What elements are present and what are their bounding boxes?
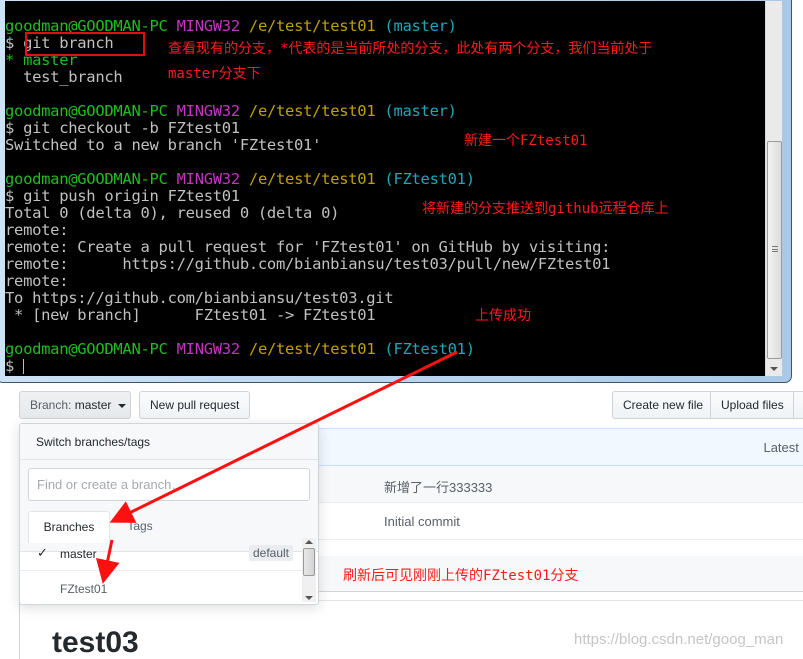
- command-highlight-box: [25, 32, 145, 56]
- prompt-env: MINGW32: [176, 170, 241, 188]
- file-row[interactable]: 新增了一行333333: [318, 466, 803, 503]
- branch-annotation-cont: master分支下: [168, 66, 261, 82]
- prompt-line: goodman@GOODMAN-PC MINGW32 /e/test/test0…: [5, 103, 457, 120]
- output-line: remote:: [5, 272, 69, 290]
- refresh-annotation: 刷新后可见刚刚上传的FZtest01分支: [343, 568, 579, 584]
- branch-name: FZtest01: [60, 582, 108, 596]
- prompt-user: goodman@GOODMAN-PC: [5, 170, 168, 188]
- prompt-path: /e/test/test01: [248, 170, 376, 188]
- prompt-branch: (master): [384, 17, 457, 35]
- upload-files-button[interactable]: Upload files: [710, 391, 794, 419]
- output-line: * [new branch] FZtest01 -> FZtest01: [5, 306, 376, 324]
- prompt-symbol: $: [5, 357, 24, 375]
- prompt-branch: (FZtest01): [384, 340, 475, 358]
- branch-name: master: [60, 547, 97, 561]
- prompt-line: goodman@GOODMAN-PC MINGW32 /e/test/test0…: [5, 341, 475, 358]
- prompt-env: MINGW32: [176, 340, 241, 358]
- output-line: remote: Create a pull request for 'FZtes…: [5, 238, 611, 256]
- scroll-down-icon[interactable]: [305, 596, 313, 600]
- file-actions-group: Create new file Upload files: [612, 391, 803, 419]
- output-line: Switched to a new branch 'FZtest01': [5, 136, 322, 154]
- terminal-window: goodman@GOODMAN-PC MINGW32 /e/test/test0…: [0, 0, 792, 383]
- prompt-branch: (master): [384, 102, 457, 120]
- readme-title: test03: [52, 626, 139, 659]
- check-icon: ✓: [37, 545, 48, 560]
- grip-icon: [772, 246, 778, 252]
- terminal-console[interactable]: goodman@GOODMAN-PC MINGW32 /e/test/test0…: [5, 1, 765, 376]
- terminal-scrollbar[interactable]: [765, 1, 782, 376]
- command-line: $ git checkout -b FZtest01: [5, 119, 240, 137]
- prompt-path: /e/test/test01: [248, 102, 376, 120]
- more-actions-button[interactable]: [793, 391, 803, 419]
- commit-message[interactable]: Initial commit: [384, 514, 460, 529]
- output-line: remote: https://github.com/bianbiansu/te…: [5, 255, 611, 273]
- prompt-user: goodman@GOODMAN-PC: [5, 102, 168, 120]
- prompt-env: MINGW32: [176, 17, 241, 35]
- watermark: https://blog.csdn.net/goog_man: [574, 631, 784, 648]
- scroll-thumb[interactable]: [767, 141, 782, 359]
- output-line: To https://github.com/bianbiansu/test03.…: [5, 289, 394, 307]
- push-annotation: 将新建的分支推送到github远程仓库上: [422, 201, 669, 217]
- prompt-branch: (FZtest01): [384, 170, 475, 188]
- input-line[interactable]: $: [5, 357, 25, 375]
- branch-annotation: 查看现有的分支，*代表的是当前所处的分支，此处有两个分支，我们当前处于: [168, 41, 653, 57]
- scroll-thumb[interactable]: [303, 548, 315, 576]
- branch-button-value: master: [74, 398, 112, 412]
- branch-button-label: Branch:: [30, 398, 72, 412]
- command-line: $ git push origin FZtest01: [5, 187, 240, 205]
- prompt-path: /e/test/test01: [248, 340, 376, 358]
- success-annotation: 上传成功: [475, 308, 531, 324]
- commit-message[interactable]: 新增了一行333333: [384, 477, 492, 496]
- prompt-env: MINGW32: [176, 102, 241, 120]
- output-line: Total 0 (delta 0), reused 0 (delta 0): [5, 204, 340, 222]
- branch-item-fztest01[interactable]: FZtest01: [20, 571, 303, 604]
- branch-item-master[interactable]: ✓ master default: [20, 536, 303, 571]
- prompt-line: goodman@GOODMAN-PC MINGW32 /e/test/test0…: [5, 171, 475, 188]
- latest-commit-bar: Latest c: [318, 428, 803, 466]
- checkout-annotation: 新建一个FZtest01: [464, 133, 588, 149]
- default-badge: default: [248, 545, 293, 561]
- branch-select-button[interactable]: Branch: master: [19, 391, 131, 419]
- branch-switcher-menu: Switch branches/tags Branches Tags ✓ mas…: [19, 423, 319, 605]
- scroll-down-icon[interactable]: [770, 367, 778, 371]
- latest-commit-label: Latest c: [763, 440, 803, 455]
- file-row: [318, 540, 803, 557]
- new-pull-request-button[interactable]: New pull request: [139, 391, 250, 419]
- scroll-up-icon[interactable]: [305, 540, 313, 544]
- text-cursor: [23, 359, 25, 374]
- caret-down-icon: [117, 403, 126, 408]
- menu-scrollbar[interactable]: [302, 538, 316, 602]
- create-new-file-button[interactable]: Create new file: [612, 391, 711, 419]
- menu-title: Switch branches/tags: [20, 424, 318, 460]
- output-line: remote:: [5, 221, 69, 239]
- file-row[interactable]: Initial commit: [318, 503, 803, 540]
- prompt-path: /e/test/test01: [248, 17, 376, 35]
- prompt-user: goodman@GOODMAN-PC: [5, 340, 168, 358]
- output-line: test_branch: [5, 68, 123, 86]
- branch-filter-input[interactable]: [28, 468, 310, 501]
